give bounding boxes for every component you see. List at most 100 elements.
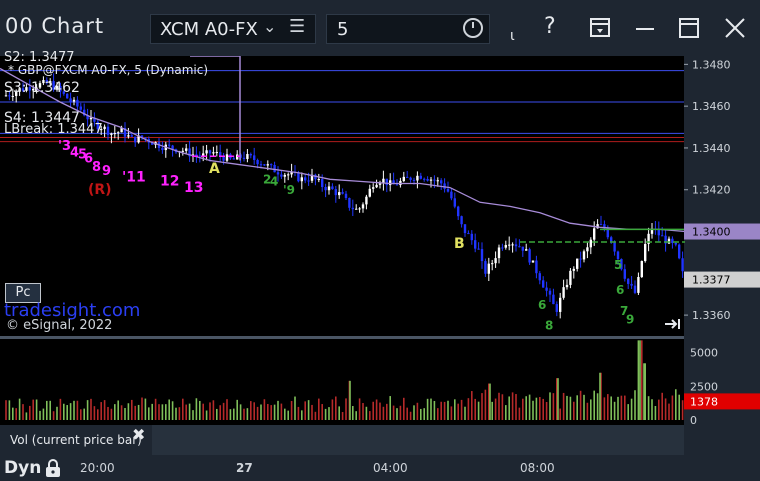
- volume-bar: [233, 408, 235, 420]
- volume-bar: [661, 392, 663, 420]
- candle-body: [514, 244, 518, 247]
- volume-bar: [643, 363, 645, 420]
- candle-body: [667, 238, 671, 244]
- volume-bar: [535, 397, 538, 420]
- candle-body: [232, 158, 235, 160]
- candle-body: [344, 193, 348, 198]
- candle-body: [375, 184, 378, 188]
- volume-bar: [144, 398, 147, 420]
- volume-bar: [209, 402, 211, 420]
- volume-bar: [352, 406, 354, 420]
- volume-bar: [97, 409, 99, 420]
- volume-bar: [219, 405, 221, 420]
- symbol-field[interactable]: XCM A0-FX ⌄ ☰: [150, 14, 316, 44]
- candle-body: [497, 247, 501, 259]
- price-badge-label: 1.3400: [692, 226, 731, 239]
- candle-body: [674, 243, 677, 245]
- study-label: * GBP@FXCM A0-FX, 5 (Dynamic): [8, 63, 209, 77]
- restore-icon[interactable]: [678, 17, 700, 39]
- volume-bar: [617, 396, 619, 420]
- price-tick-label: 1.3460: [692, 100, 731, 113]
- clock-icon[interactable]: [463, 18, 483, 38]
- candle-body: [321, 179, 324, 188]
- layout-icon[interactable]: [589, 17, 611, 39]
- volume-bar: [668, 403, 670, 420]
- volume-bar: [671, 395, 674, 420]
- volume-bar: [349, 380, 351, 420]
- volume-bar: [127, 403, 130, 420]
- volume-bar: [583, 394, 585, 420]
- link-icon[interactable]: ɩ: [510, 28, 515, 44]
- volume-bar: [12, 407, 14, 420]
- volume-bar: [246, 408, 249, 420]
- candle-body: [198, 155, 201, 157]
- close-icon[interactable]: ✖: [132, 425, 145, 444]
- mode-label[interactable]: Dyn: [4, 458, 41, 478]
- volume-bar: [372, 401, 374, 420]
- candle-body: [338, 192, 341, 196]
- candle-body: [72, 99, 76, 102]
- candle-body: [627, 278, 630, 284]
- volume-bar: [590, 399, 592, 420]
- candle-body: [450, 191, 453, 199]
- candle-body: [79, 106, 82, 110]
- s3-label: S3: 1.3462: [4, 80, 80, 96]
- candle-body: [661, 235, 664, 237]
- volume-bar: [416, 402, 419, 420]
- volume-bar: [185, 404, 187, 420]
- volume-bar: [256, 406, 259, 420]
- candle-body: [324, 187, 327, 191]
- candle-body: [637, 276, 640, 293]
- price-chart[interactable]: AB(R)'11 12 13'34568 924'9685679 1.34801.34…: [0, 56, 760, 455]
- ma-line: [0, 67, 686, 233]
- volume-bar: [471, 391, 473, 420]
- volume-bar: [263, 399, 266, 420]
- help-icon[interactable]: ?: [544, 14, 556, 39]
- volume-bar: [639, 340, 641, 420]
- volume-bar: [178, 407, 181, 420]
- volume-tick-label: 5000: [690, 347, 718, 360]
- candle-body: [474, 240, 477, 249]
- volume-bar: [18, 398, 21, 420]
- price-tick-label: 1.3480: [692, 58, 731, 71]
- volume-bar: [426, 398, 429, 420]
- volume-bar: [52, 411, 55, 420]
- chevron-down-icon[interactable]: ⌄: [263, 17, 276, 36]
- candle-body: [453, 198, 456, 207]
- volume-bar: [324, 408, 327, 420]
- candle-body: [467, 233, 470, 235]
- minimize-icon[interactable]: [634, 17, 656, 39]
- candle-body: [219, 152, 222, 157]
- volume-bar: [467, 398, 470, 420]
- volume-bar: [586, 402, 589, 420]
- interval-field[interactable]: 5: [326, 14, 490, 44]
- candle-body: [368, 188, 371, 197]
- volume-bar: [158, 404, 160, 420]
- candle-body: [215, 152, 218, 154]
- moving-average: [0, 67, 686, 233]
- volume-bar: [270, 405, 272, 420]
- candle-body: [542, 280, 545, 288]
- candle-body: [419, 175, 422, 179]
- scroll-to-end-icon[interactable]: [664, 317, 682, 331]
- list-menu-icon[interactable]: ☰: [289, 16, 305, 37]
- candle-body: [511, 244, 514, 246]
- volume-bar: [423, 408, 425, 420]
- volume-bar: [93, 406, 96, 420]
- volume-bar: [171, 401, 174, 420]
- volume-bar: [457, 403, 459, 420]
- candle-body: [361, 204, 365, 209]
- lock-icon[interactable]: [44, 458, 62, 478]
- volume-bar: [114, 404, 116, 420]
- candle-body: [582, 251, 586, 260]
- candle-body: [463, 224, 467, 234]
- close-icon[interactable]: [724, 17, 746, 39]
- volume-bar: [341, 412, 344, 420]
- price-badge-label: 1.3377: [692, 274, 731, 287]
- volume-bar: [103, 400, 106, 420]
- volume-bar: [464, 406, 466, 420]
- candle-body: [110, 133, 113, 135]
- candle-body: [576, 258, 579, 269]
- volume-bar: [599, 372, 601, 420]
- volume-bar: [335, 396, 337, 420]
